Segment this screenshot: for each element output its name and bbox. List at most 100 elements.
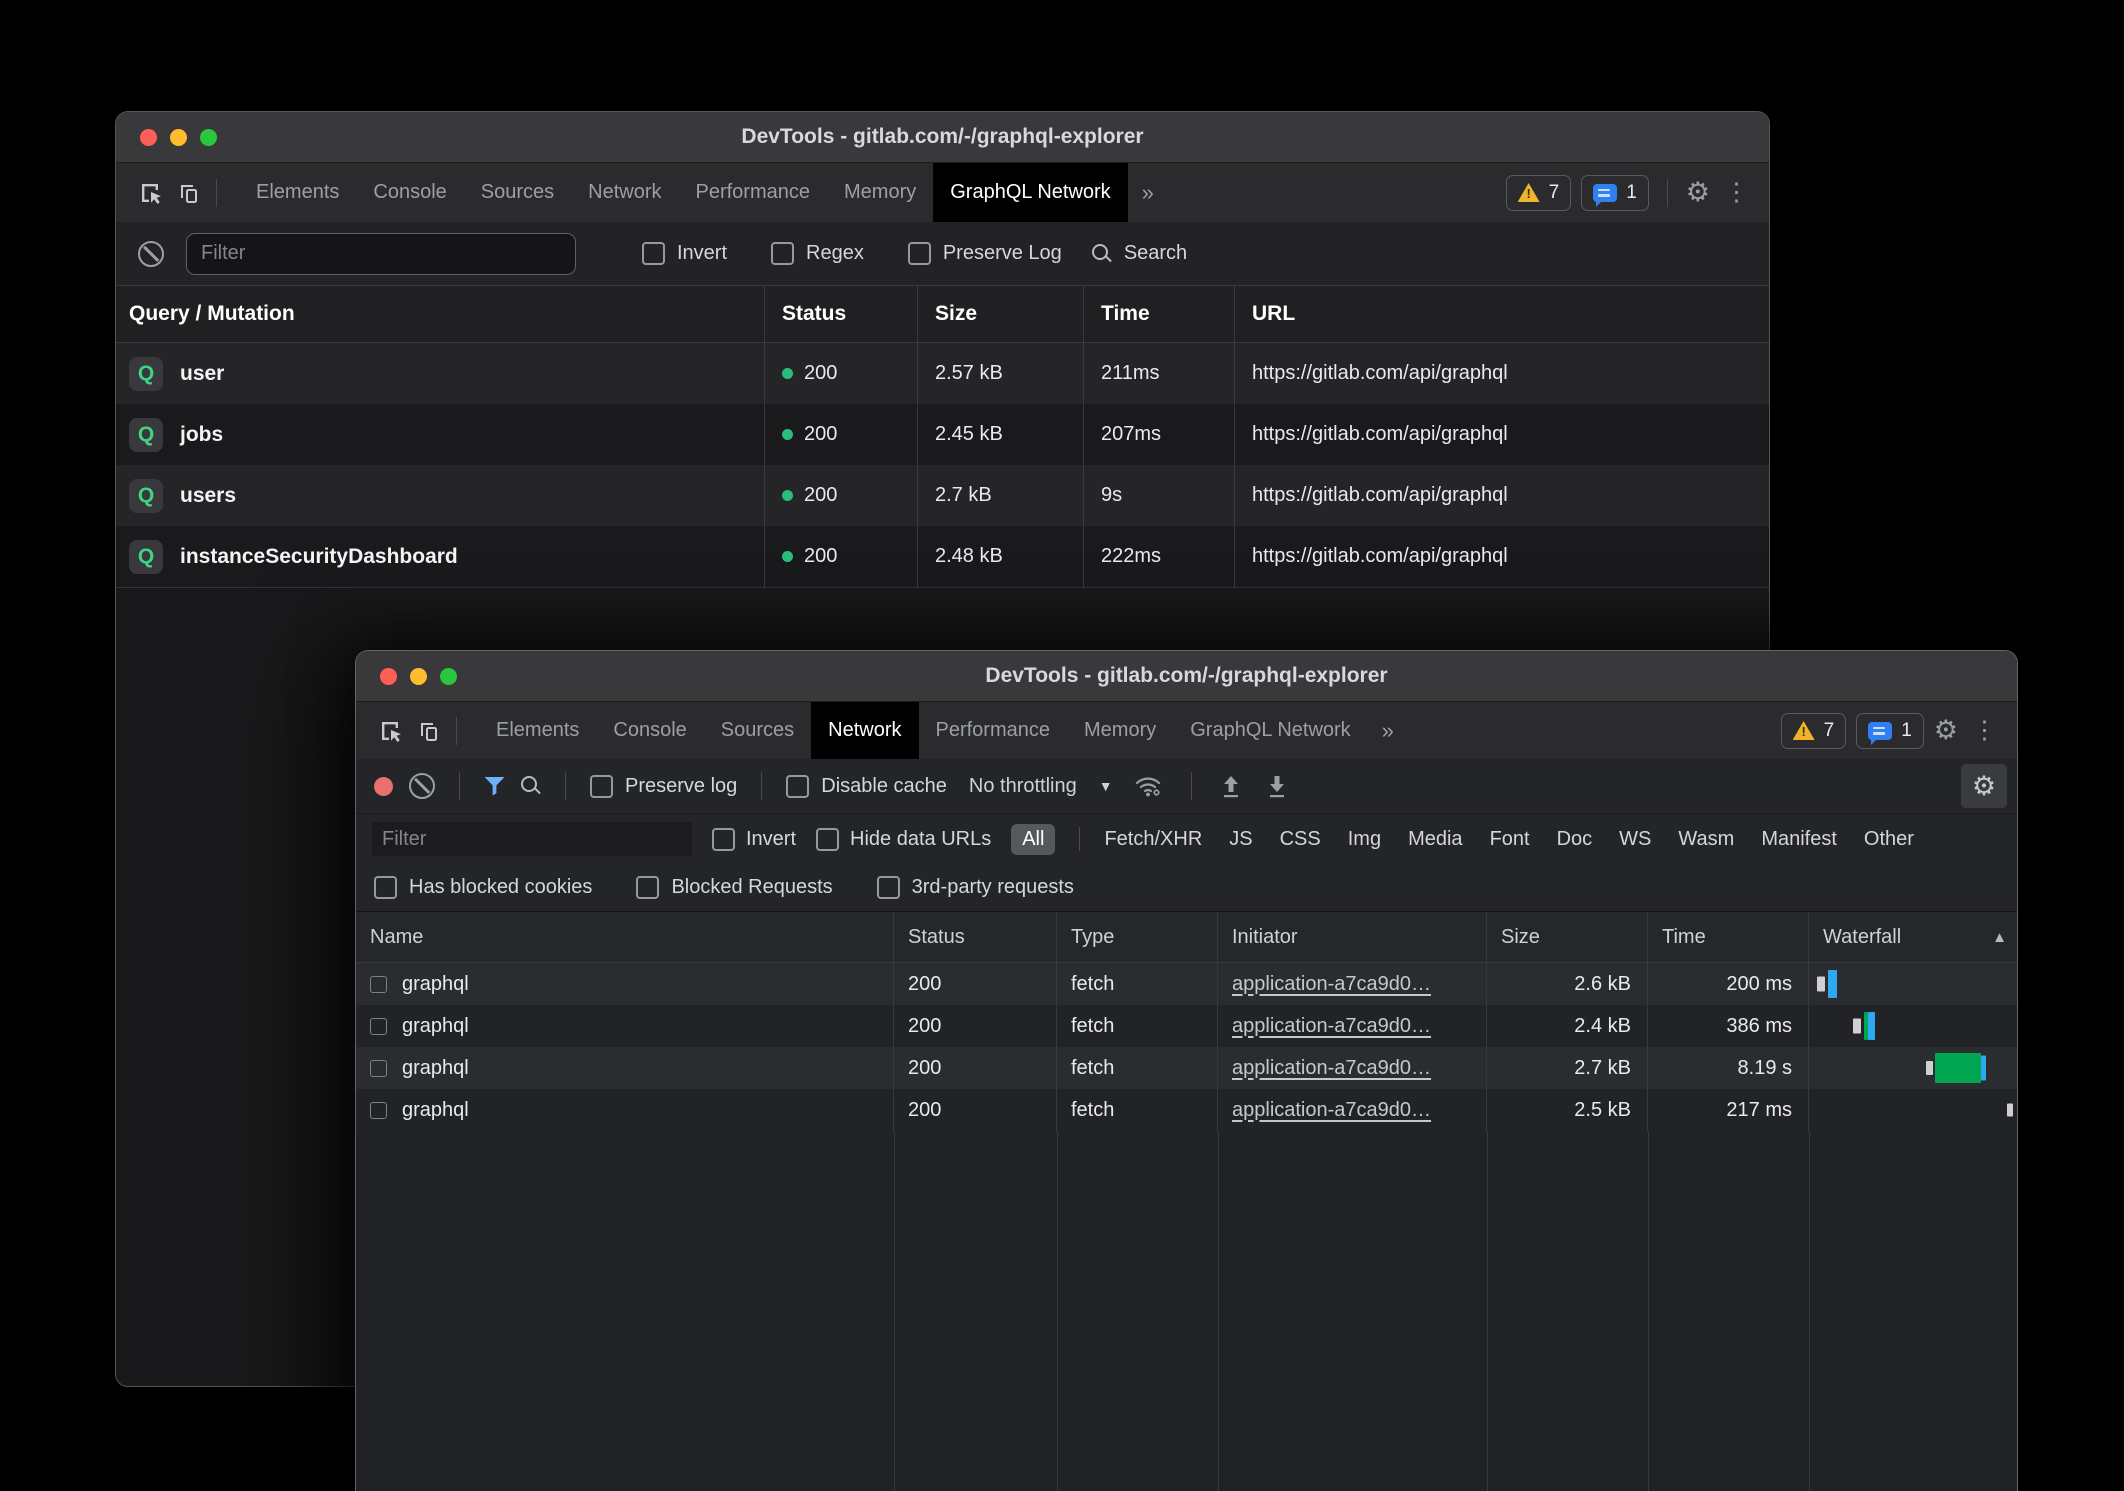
preserve-log-checkbox[interactable]: Preserve log	[590, 775, 737, 798]
column-header-time[interactable]: Time	[1084, 286, 1235, 342]
column-header-initiator[interactable]: Initiator	[1218, 912, 1487, 962]
initiator-link[interactable]: application-a7ca9d0…	[1232, 1015, 1431, 1038]
title-bar[interactable]: DevTools - gitlab.com/-/graphql-explorer	[116, 112, 1769, 163]
divider	[761, 772, 762, 800]
row-checkbox[interactable]	[370, 1060, 387, 1077]
row-checkbox[interactable]	[370, 1102, 387, 1119]
more-tabs-icon[interactable]: »	[1368, 718, 1408, 744]
table-row[interactable]: Quser 200 2.57 kB 211ms https://gitlab.c…	[116, 343, 1769, 404]
network-filter-input[interactable]: Filter	[372, 822, 692, 856]
tab-console[interactable]: Console	[596, 702, 703, 759]
status-value: 200	[804, 545, 837, 568]
preserve-log-checkbox[interactable]: Preserve Log	[908, 242, 1062, 265]
filter-funnel-icon[interactable]	[484, 777, 505, 796]
tab-graphql-network[interactable]: GraphQL Network	[1173, 702, 1367, 759]
network-conditions-icon[interactable]	[1129, 766, 1167, 806]
inspect-element-icon[interactable]	[132, 173, 170, 213]
table-row[interactable]: Qusers 200 2.7 kB 9s https://gitlab.com/…	[116, 465, 1769, 526]
disable-cache-checkbox[interactable]: Disable cache	[786, 775, 947, 798]
column-header-type[interactable]: Type	[1057, 912, 1218, 962]
row-checkbox[interactable]	[370, 1018, 387, 1035]
search-icon[interactable]	[521, 776, 541, 796]
status-value: 200	[804, 484, 837, 507]
tab-performance[interactable]: Performance	[679, 163, 828, 222]
tab-network[interactable]: Network	[571, 163, 678, 222]
initiator-link[interactable]: application-a7ca9d0…	[1232, 1057, 1431, 1080]
initiator-link[interactable]: application-a7ca9d0…	[1232, 973, 1431, 996]
tab-sources[interactable]: Sources	[464, 163, 571, 222]
filter-input[interactable]: Filter	[186, 233, 576, 275]
column-header-status[interactable]: Status	[765, 286, 918, 342]
type-filter-media[interactable]: Media	[1408, 828, 1462, 851]
more-tabs-icon[interactable]: »	[1128, 180, 1168, 206]
column-header-time[interactable]: Time	[1648, 912, 1809, 962]
record-button[interactable]	[374, 777, 393, 796]
title-bar[interactable]: DevTools - gitlab.com/-/graphql-explorer	[356, 651, 2017, 702]
tab-memory[interactable]: Memory	[1067, 702, 1173, 759]
panel-tabs: Elements Console Sources Network Perform…	[479, 702, 1408, 759]
warnings-badge[interactable]: ! 7	[1506, 175, 1572, 211]
third-party-requests-checkbox[interactable]: 3rd-party requests	[877, 876, 1074, 899]
warnings-badge[interactable]: ! 7	[1781, 713, 1847, 749]
tab-memory[interactable]: Memory	[827, 163, 933, 222]
column-header-status[interactable]: Status	[894, 912, 1057, 962]
column-header-name[interactable]: Name	[356, 912, 894, 962]
tab-elements[interactable]: Elements	[479, 702, 596, 759]
column-header-query[interactable]: Query / Mutation	[116, 286, 765, 342]
table-row[interactable]: Qjobs 200 2.45 kB 207ms https://gitlab.c…	[116, 404, 1769, 465]
inspect-element-icon[interactable]	[372, 711, 410, 751]
table-row[interactable]: QinstanceSecurityDashboard 200 2.48 kB 2…	[116, 526, 1769, 587]
settings-gear-icon[interactable]: ⚙	[1934, 717, 1958, 744]
row-checkbox[interactable]	[370, 976, 387, 993]
type-filter-doc[interactable]: Doc	[1557, 828, 1593, 851]
blocked-requests-checkbox[interactable]: Blocked Requests	[636, 876, 832, 899]
type-filter-css[interactable]: CSS	[1280, 828, 1321, 851]
kebab-menu-icon[interactable]: ⋮	[1968, 718, 2001, 743]
column-header-waterfall[interactable]: Waterfall ▲	[1809, 912, 2017, 962]
issues-badge[interactable]: 1	[1856, 713, 1924, 749]
tab-graphql-network[interactable]: GraphQL Network	[933, 163, 1127, 222]
table-row[interactable]: graphql 200 fetch application-a7ca9d0… 2…	[356, 963, 2017, 1005]
device-toolbar-icon[interactable]	[410, 711, 448, 751]
network-options-bar: Has blocked cookies Blocked Requests 3rd…	[356, 864, 2017, 912]
type-filter-manifest[interactable]: Manifest	[1761, 828, 1837, 851]
invert-checkbox[interactable]: Invert	[642, 242, 727, 265]
type-filter-img[interactable]: Img	[1348, 828, 1381, 851]
column-header-size[interactable]: Size	[1487, 912, 1648, 962]
kebab-menu-icon[interactable]: ⋮	[1720, 180, 1753, 205]
column-header-size[interactable]: Size	[918, 286, 1084, 342]
tab-network[interactable]: Network	[811, 702, 918, 759]
type-filter-all[interactable]: All	[1011, 824, 1055, 855]
type-filter-fetch-xhr[interactable]: Fetch/XHR	[1104, 828, 1202, 851]
device-toolbar-icon[interactable]	[170, 173, 208, 213]
invert-checkbox[interactable]: Invert	[712, 828, 796, 851]
tab-console[interactable]: Console	[356, 163, 463, 222]
table-row[interactable]: graphql 200 fetch application-a7ca9d0… 2…	[356, 1047, 2017, 1089]
type-filter-wasm[interactable]: Wasm	[1678, 828, 1734, 851]
export-har-icon[interactable]	[1262, 769, 1292, 803]
clear-network-log-icon[interactable]	[409, 773, 435, 799]
import-har-icon[interactable]	[1216, 769, 1246, 803]
search-toggle[interactable]: Search	[1092, 242, 1187, 265]
column-header-url[interactable]: URL	[1235, 286, 1769, 342]
issues-badge[interactable]: 1	[1581, 175, 1649, 211]
hide-data-urls-checkbox[interactable]: Hide data URLs	[816, 828, 991, 851]
tab-sources[interactable]: Sources	[704, 702, 811, 759]
clear-icon[interactable]	[138, 241, 164, 267]
initiator-link[interactable]: application-a7ca9d0…	[1232, 1099, 1431, 1122]
settings-gear-icon[interactable]: ⚙	[1686, 179, 1710, 206]
regex-checkbox[interactable]: Regex	[771, 242, 864, 265]
type-filter-ws[interactable]: WS	[1619, 828, 1651, 851]
throttling-select[interactable]: No throttling ▼	[969, 775, 1113, 798]
has-blocked-cookies-checkbox[interactable]: Has blocked cookies	[374, 876, 592, 899]
table-row[interactable]: graphql 200 fetch application-a7ca9d0… 2…	[356, 1005, 2017, 1047]
type-filter-font[interactable]: Font	[1490, 828, 1530, 851]
network-settings-gear-icon[interactable]: ⚙	[1961, 764, 2007, 808]
time-value: 222ms	[1084, 526, 1235, 587]
type-filter-js[interactable]: JS	[1229, 828, 1252, 851]
table-row[interactable]: graphql 200 fetch application-a7ca9d0… 2…	[356, 1089, 2017, 1131]
tab-elements[interactable]: Elements	[239, 163, 356, 222]
type-filter-other[interactable]: Other	[1864, 828, 1914, 851]
tab-performance[interactable]: Performance	[919, 702, 1068, 759]
tab-bar-right: ! 7 1 ⚙ ⋮	[1506, 175, 1769, 211]
